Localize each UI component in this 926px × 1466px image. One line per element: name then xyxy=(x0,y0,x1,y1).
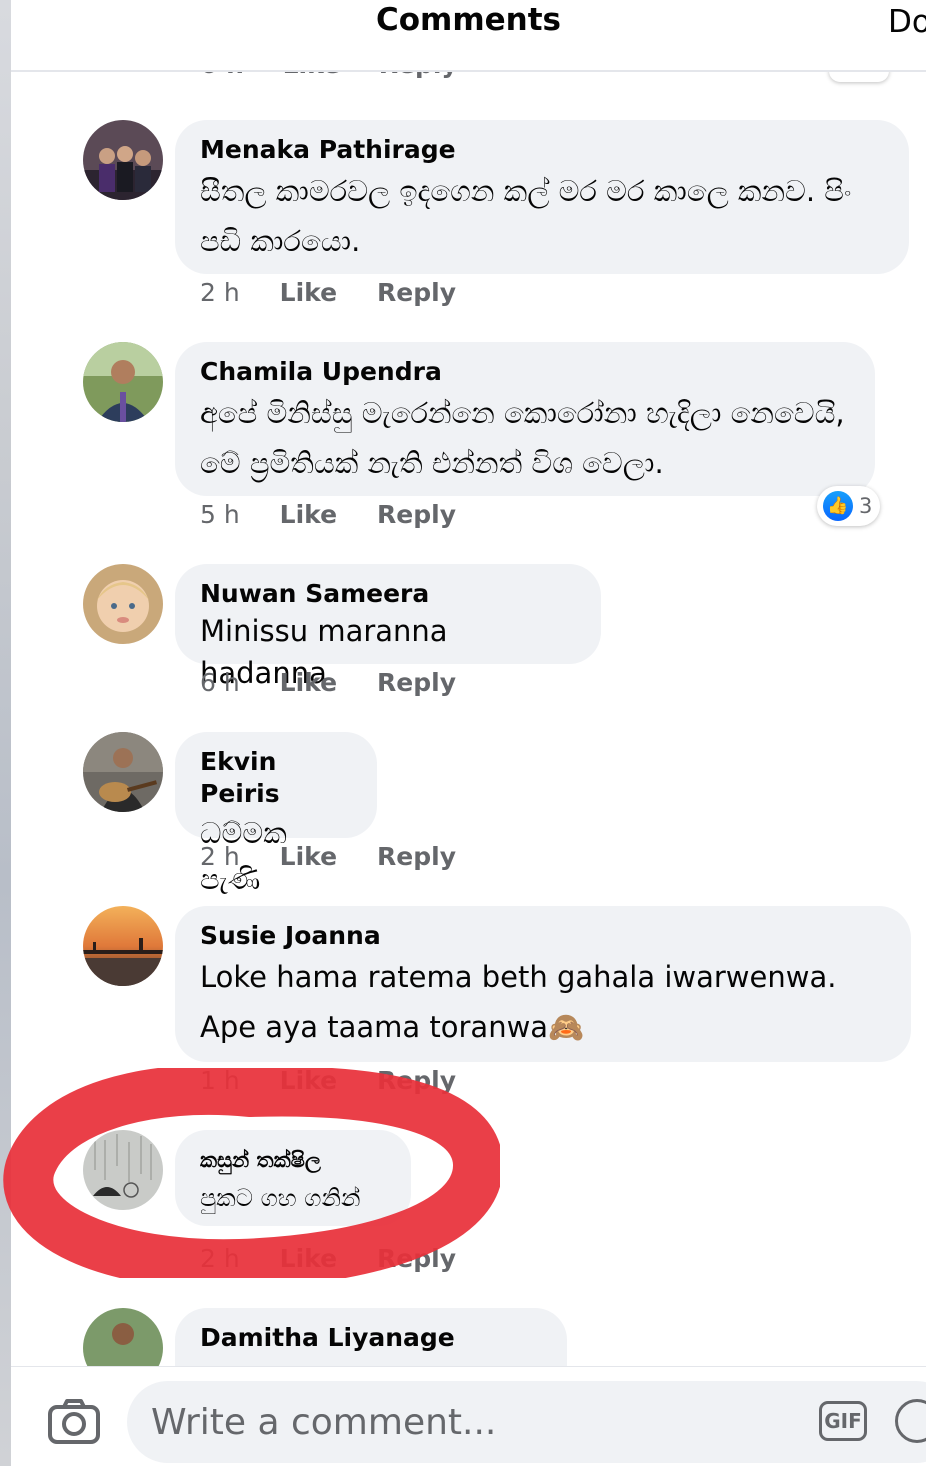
avatar[interactable] xyxy=(83,342,163,422)
comment-time: 6 h xyxy=(200,668,240,697)
comment-time: 2 h xyxy=(200,1244,240,1273)
gif-icon[interactable]: GIF xyxy=(819,1401,867,1441)
done-button[interactable]: Do xyxy=(888,4,926,40)
comment-actions: 1 h Like Reply xyxy=(200,1066,456,1095)
comment-text: පුකට ගහ ගනින් xyxy=(200,1184,361,1212)
reply-button[interactable]: Reply xyxy=(377,1066,456,1095)
like-button[interactable]: Like xyxy=(280,1244,337,1273)
avatar[interactable] xyxy=(83,732,163,812)
avatar[interactable] xyxy=(83,120,163,200)
comment-time: 1 h xyxy=(200,1066,240,1095)
reply-button[interactable]: Reply xyxy=(377,1244,456,1273)
comment-actions: 2 h Like Reply xyxy=(200,842,456,871)
like-button[interactable]: Like xyxy=(280,668,337,697)
comment-bubble[interactable]: Ekvin Peiris ධම්මක පැණි xyxy=(175,732,377,896)
background-page-strip xyxy=(0,0,11,1466)
comments-header: Comments Do xyxy=(11,0,926,72)
comment-time: 2 h xyxy=(200,278,240,307)
commenter-name[interactable]: Chamila Upendra xyxy=(200,356,851,388)
comment-text: Loke hama ratema beth gahala iwarwenwa. … xyxy=(200,960,837,1044)
comment-bubble[interactable]: කසුන් තක්ෂිල පුකට ගහ ගනින් xyxy=(175,1130,411,1226)
commenter-name[interactable]: කසුන් තක්ෂිල xyxy=(200,1144,387,1176)
commenter-name[interactable]: Nuwan Sameera xyxy=(200,578,577,610)
like-button[interactable]: Like xyxy=(280,1066,337,1095)
comment-actions: 6 h Like Reply xyxy=(200,668,456,697)
commenter-name[interactable]: Menaka Pathirage xyxy=(200,134,885,166)
comment-input[interactable] xyxy=(127,1381,926,1463)
comment-time: 5 h xyxy=(200,500,240,529)
comment-actions: 5 h Like Reply xyxy=(200,500,456,529)
commenter-name[interactable]: Ekvin Peiris xyxy=(200,746,353,810)
comment-text: අපේ මිනිස්සු මැරෙන්නෙ කොරෝනා හැදිලා නෙවෙ… xyxy=(200,396,845,480)
comment-text: සීතල කාමරවල ඉදගෙන කල් මර මර කාලෙ කනව. පි… xyxy=(200,174,852,258)
like-button[interactable]: Like xyxy=(280,500,337,529)
reply-button[interactable]: Reply xyxy=(377,278,456,307)
comment-bubble[interactable]: Susie Joanna Loke hama ratema beth gahal… xyxy=(175,906,911,1062)
reaction-count: 3 xyxy=(859,494,873,518)
reply-button[interactable]: Reply xyxy=(377,668,456,697)
reply-button[interactable]: Reply xyxy=(377,842,456,871)
avatar[interactable] xyxy=(83,1130,163,1210)
reaction-badge[interactable]: 👍 3 xyxy=(817,486,881,526)
comment-bubble[interactable]: Nuwan Sameera Minissu maranna hadanna xyxy=(175,564,601,690)
like-button[interactable]: Like xyxy=(280,278,337,307)
commenter-name[interactable]: Susie Joanna xyxy=(200,920,887,952)
comment-composer: GIF xyxy=(11,1366,926,1466)
comment-bubble[interactable]: Menaka Pathirage සීතල කාමරවල ඉදගෙන කල් ම… xyxy=(175,120,909,274)
thumbs-up-icon: 👍 xyxy=(823,491,853,521)
commenter-name[interactable]: Damitha Liyanage xyxy=(200,1322,543,1354)
comment-time: 2 h xyxy=(200,842,240,871)
comments-list[interactable]: 6 h Like Reply Menaka Pathirage සීතල කාම… xyxy=(11,0,926,1466)
page-title: Comments xyxy=(375,2,562,38)
camera-icon[interactable] xyxy=(47,1399,101,1445)
comment-bubble[interactable]: Chamila Upendra අපේ මිනිස්සු මැරෙන්නෙ කො… xyxy=(175,342,875,496)
comment-actions: 2 h Like Reply xyxy=(200,278,456,307)
avatar[interactable] xyxy=(83,564,163,644)
like-button[interactable]: Like xyxy=(280,842,337,871)
comment-actions: 2 h Like Reply xyxy=(200,1244,456,1273)
avatar[interactable] xyxy=(83,906,163,986)
reply-button[interactable]: Reply xyxy=(377,500,456,529)
